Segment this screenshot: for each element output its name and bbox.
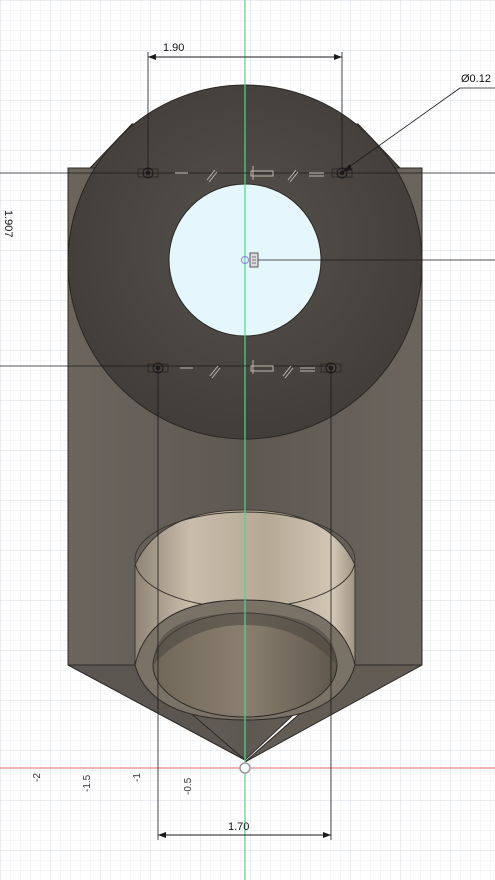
sketch-canvas[interactable]: 1.90 1.70 1.907 Ø0.12 -2 -1.5 -1 -0.5 (0, 0, 495, 880)
dimension-diameter-label[interactable]: Ø0.12 (461, 73, 491, 85)
dimension-bottom-label[interactable]: 1.70 (228, 821, 249, 833)
tick-label: -1 (132, 773, 143, 782)
dimension-vertical[interactable]: 1.907 (2, 210, 14, 238)
tick-label: -2 (32, 773, 43, 782)
tick-label: -0.5 (183, 777, 194, 795)
dimension-top-label[interactable]: 1.90 (163, 42, 184, 54)
tick-label: -1.5 (82, 774, 93, 792)
dimension-vertical-label[interactable]: 1.907 (2, 210, 14, 238)
origin-point[interactable] (239, 762, 251, 774)
